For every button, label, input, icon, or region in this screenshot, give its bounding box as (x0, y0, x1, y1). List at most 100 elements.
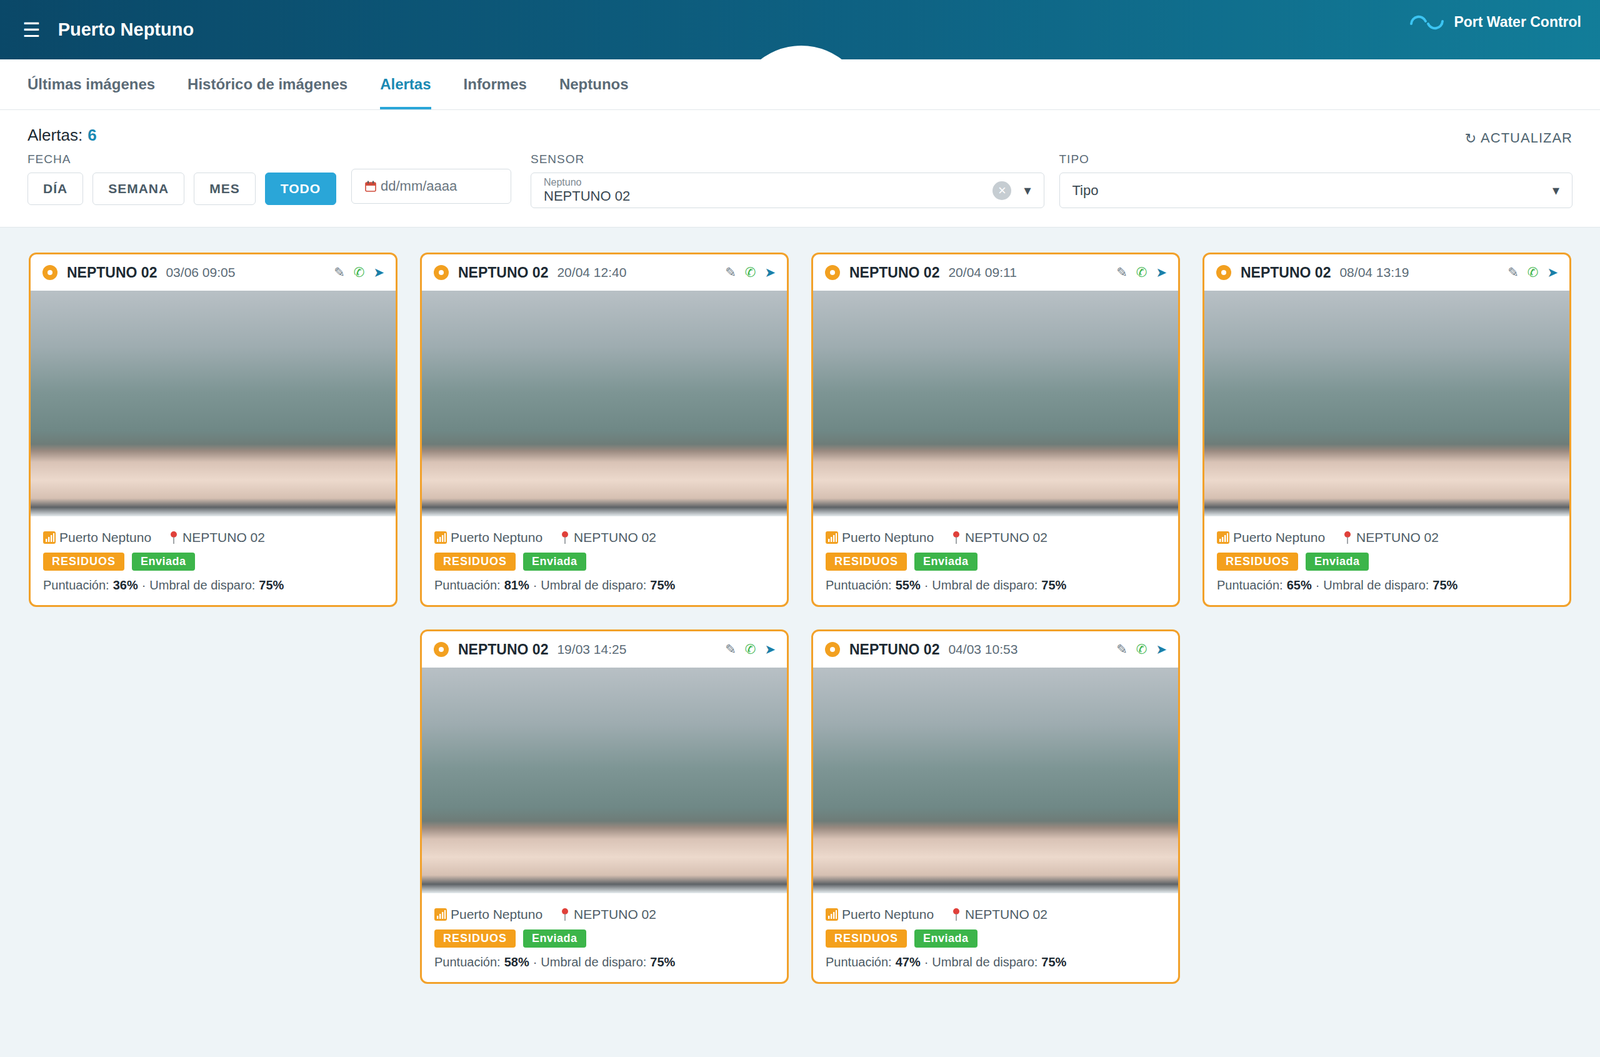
alert-photo[interactable] (813, 290, 1179, 517)
alert-photo[interactable] (421, 667, 787, 894)
card-header: NEPTUNO 0204/03 10:53✎✆➤ (813, 631, 1179, 668)
score-label: Puntuación: (43, 578, 110, 593)
threshold-value: 75% (1432, 578, 1458, 593)
card-location-text: NEPTUNO 02 (573, 906, 657, 922)
card-sensor: NEPTUNO 02 (849, 264, 940, 282)
card-port-text: Puerto Neptuno (450, 906, 543, 922)
alert-photo[interactable] (1204, 290, 1570, 517)
dropdown-arrow-icon[interactable]: ▾ (1552, 182, 1560, 199)
type-filter-label: TIPO (1059, 152, 1574, 167)
score-value: 81% (504, 578, 530, 593)
range-button[interactable]: TODO (265, 172, 337, 205)
card-header: NEPTUNO 0220/04 09:11✎✆➤ (813, 254, 1179, 291)
alert-card[interactable]: NEPTUNO 0208/04 13:19✎✆➤Puerto NeptunoNE… (1202, 252, 1572, 607)
signal-icon (825, 908, 839, 921)
type-badge: RESIDUOS (1216, 552, 1299, 571)
header-bump (735, 45, 868, 60)
clear-icon[interactable]: × (992, 181, 1012, 200)
alert-grid: NEPTUNO 0203/06 09:05✎✆➤Puerto NeptunoNE… (0, 227, 1600, 1009)
status-dot-icon (824, 641, 841, 658)
score-label: Puntuación: (825, 578, 892, 593)
date-controls: DÍASEMANAMES TODO dd/mm/aaaa (27, 172, 516, 205)
card-meta: Puerto Neptuno NEPTUNO 02 (434, 906, 775, 922)
card-action-icon[interactable]: ✆ (1527, 265, 1539, 280)
tab[interactable]: Alertas (380, 59, 431, 110)
dropdown-arrow-icon[interactable]: ▾ (1023, 182, 1031, 199)
status-dot-icon (824, 264, 841, 281)
sensor-select-text: NeptunoNEPTUNO 02 (543, 176, 630, 205)
sensor-select[interactable]: NeptunoNEPTUNO 02 × ▾ (530, 172, 1045, 209)
card-action-icon[interactable]: ✎ (1116, 641, 1128, 657)
card-badges: RESIDUOSEnviada (434, 552, 775, 571)
card-action-icon[interactable]: ➤ (373, 265, 385, 280)
card-action-icon[interactable]: ➤ (1155, 265, 1167, 280)
alert-card[interactable]: NEPTUNO 0220/04 12:40✎✆➤Puerto NeptunoNE… (420, 252, 789, 607)
pin-icon (1342, 530, 1353, 545)
refresh-button[interactable]: ↻ACTUALIZAR (1465, 123, 1573, 147)
status-dot-icon (41, 264, 59, 281)
range-button[interactable]: DÍA (27, 172, 84, 205)
tab[interactable]: Histórico de imágenes (187, 59, 348, 110)
card-action-icon[interactable]: ✎ (1116, 265, 1128, 280)
score-separator: · (141, 578, 147, 593)
card-action-icon[interactable]: ✎ (1507, 265, 1519, 280)
card-location: NEPTUNO 02 (560, 530, 657, 545)
type-placeholder: Tipo (1072, 182, 1099, 199)
tab[interactable]: Neptunos (559, 59, 629, 110)
card-meta: Puerto NeptunoNEPTUNO 02 (825, 530, 1166, 545)
threshold-label: Umbral de disparo: (931, 578, 1038, 593)
date-filter-label: FECHA (27, 152, 516, 167)
alert-photo[interactable] (813, 667, 1179, 894)
card-score: Puntuación:81%·Umbral de disparo:75% (434, 578, 775, 593)
filter-header: Alertas:6↻ACTUALIZAR (27, 123, 1573, 147)
alert-count-label: Alertas: (27, 125, 83, 145)
alert-card[interactable]: NEPTUNO 0220/04 09:11✎✆➤Puerto NeptunoNE… (811, 252, 1180, 607)
range-button[interactable]: MES (193, 172, 256, 205)
card-action-icon[interactable]: ➤ (1155, 641, 1167, 657)
alert-card[interactable]: NEPTUNO 0203/06 09:05✎✆➤Puerto NeptunoNE… (28, 252, 398, 607)
alert-card[interactable]: NEPTUNO 0204/03 10:53✎✆➤Puerto NeptunoNE… (811, 629, 1180, 984)
menu-icon[interactable]: ☰ (22, 18, 41, 42)
range-button[interactable]: SEMANA (92, 172, 185, 205)
card-action-icon[interactable]: ➤ (1546, 265, 1559, 280)
sensor-value: NEPTUNO 02 (543, 188, 630, 205)
alert-card[interactable]: NEPTUNO 0219/03 14:25✎✆➤Puerto NeptunoNE… (420, 629, 789, 984)
card-badges: RESIDUOSEnviada (434, 929, 775, 948)
card-action-icon[interactable]: ✆ (1136, 641, 1148, 657)
card-header: NEPTUNO 0208/04 13:19✎✆➤ (1204, 254, 1570, 291)
card-port: Puerto Neptuno (1216, 530, 1325, 545)
app-page: ☰Puerto NeptunoPort Water ControlÚltimas… (0, 0, 1600, 1057)
threshold-value: 75% (650, 578, 675, 593)
card-time: 08/04 13:19 (1339, 265, 1409, 280)
pin-icon (951, 530, 962, 545)
card-port-text: Puerto Neptuno (841, 906, 934, 922)
card-action-icon[interactable]: ✎ (725, 265, 737, 280)
card-badges: RESIDUOSEnviada (43, 552, 384, 571)
card-action-icon[interactable]: ➤ (764, 641, 776, 657)
card-action-icon[interactable]: ✆ (745, 641, 757, 657)
date-placeholder: dd/mm/aaaa (380, 178, 457, 195)
score-label: Puntuación: (434, 578, 501, 593)
card-action-icon[interactable]: ✎ (725, 641, 737, 657)
date-input[interactable]: dd/mm/aaaa (351, 168, 512, 204)
score-value: 36% (113, 578, 139, 593)
alert-photo[interactable] (421, 290, 787, 517)
card-meta: Puerto NeptunoNEPTUNO 02 (434, 530, 775, 545)
alert-photo[interactable] (30, 290, 396, 517)
tab[interactable]: Últimas imágenes (27, 59, 155, 110)
card-action-icon[interactable]: ✆ (353, 265, 365, 280)
status-dot-icon (433, 264, 450, 281)
type-select[interactable]: Tipo ▾ (1059, 172, 1574, 209)
card-action-icon[interactable]: ✆ (1136, 265, 1148, 280)
card-meta: Puerto NeptunoNEPTUNO 02 (1216, 530, 1557, 545)
tab[interactable]: Informes (463, 59, 527, 110)
status-badge: Enviada (523, 929, 587, 948)
status-badge: Enviada (1305, 552, 1369, 571)
signal-icon (434, 908, 447, 921)
card-action-icon[interactable]: ✆ (745, 265, 757, 280)
type-badge: RESIDUOS (825, 929, 907, 948)
card-body: Puerto NeptunoNEPTUNO 02 RESIDUOSEnviada P… (421, 516, 787, 605)
threshold-value: 75% (1041, 578, 1067, 593)
card-action-icon[interactable]: ➤ (764, 265, 776, 280)
card-action-icon[interactable]: ✎ (333, 265, 345, 280)
